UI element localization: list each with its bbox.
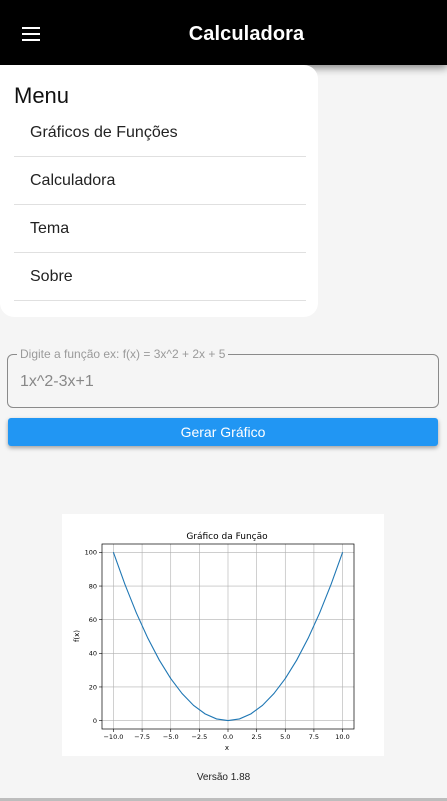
function-input[interactable] xyxy=(9,365,437,399)
data-point xyxy=(250,713,252,715)
menu-list: Gráficos de Funções Calculadora Tema Sob… xyxy=(14,109,306,301)
data-point xyxy=(284,678,286,679)
y-tick-label: 20 xyxy=(89,683,97,691)
menu-item-calculadora[interactable]: Calculadora xyxy=(14,157,306,205)
data-point xyxy=(216,718,217,720)
data-point xyxy=(124,583,126,585)
data-point xyxy=(330,583,332,585)
navigation-menu: Menu Gráficos de Funções Calculadora Tem… xyxy=(0,65,318,317)
y-tick-label: 0 xyxy=(93,717,97,725)
x-tick-label: −10.0 xyxy=(103,733,123,741)
x-tick-label: 7.5 xyxy=(309,733,319,741)
app-title: Calculadora xyxy=(188,23,305,45)
x-axis-label: x xyxy=(225,744,229,752)
menu-item-graficos[interactable]: Gráficos de Funções xyxy=(14,109,306,157)
function-input-label: Digite a função ex: f(x) = 3x^2 + 2x + 5 xyxy=(17,347,229,361)
y-tick-label: 100 xyxy=(85,549,97,557)
plot-canvas: −10.0 −7.5 −5.0 −2.5 0.0 2.5 5.0 7.5 10.0 0 20 40 60… xyxy=(73,532,355,752)
menu-item-tema[interactable]: Tema xyxy=(14,205,306,253)
data-point xyxy=(227,720,229,721)
data-point xyxy=(204,713,206,715)
chart-title: Gráfico da Função xyxy=(186,532,268,542)
x-tick-label: 0.0 xyxy=(223,733,233,741)
data-point xyxy=(273,693,275,695)
version-text: Versão 1.88 xyxy=(196,772,251,783)
y-tick-label: 60 xyxy=(89,616,97,624)
data-point xyxy=(181,693,183,695)
menu-heading: Menu xyxy=(14,83,70,108)
y-axis-label: f(x) xyxy=(73,630,81,642)
data-point xyxy=(158,659,160,661)
x-tick-label: 5.0 xyxy=(280,733,290,741)
y-tick-label: 40 xyxy=(89,650,97,658)
data-point xyxy=(296,659,298,661)
data-point xyxy=(113,552,114,553)
menu-item-sobre[interactable]: Sobre xyxy=(14,253,306,301)
data-point xyxy=(342,552,343,553)
data-point xyxy=(193,705,195,706)
data-point xyxy=(170,678,172,679)
y-tick-label: 80 xyxy=(89,582,97,590)
x-tick-label: −7.5 xyxy=(134,733,150,741)
x-tick-label: −5.0 xyxy=(163,733,179,741)
data-point xyxy=(319,612,321,614)
function-input-container: Digite a função ex: f(x) = 3x^2 + 2x + 5 xyxy=(7,347,439,408)
data-point xyxy=(307,637,309,639)
x-tick-label: 2.5 xyxy=(251,733,261,741)
data-point xyxy=(261,705,263,706)
x-tick-label: −2.5 xyxy=(191,733,207,741)
generate-graph-button[interactable]: Gerar Gráfico xyxy=(8,418,438,446)
data-point xyxy=(147,637,149,639)
app-bar: Calculadora xyxy=(0,0,447,65)
data-point xyxy=(239,718,240,720)
x-tick-label: 10.0 xyxy=(335,733,349,741)
data-point xyxy=(135,612,137,614)
function-plot: −10.0 −7.5 −5.0 −2.5 0.0 2.5 5.0 7.5 10.0 0 20 40 60… xyxy=(62,514,384,756)
